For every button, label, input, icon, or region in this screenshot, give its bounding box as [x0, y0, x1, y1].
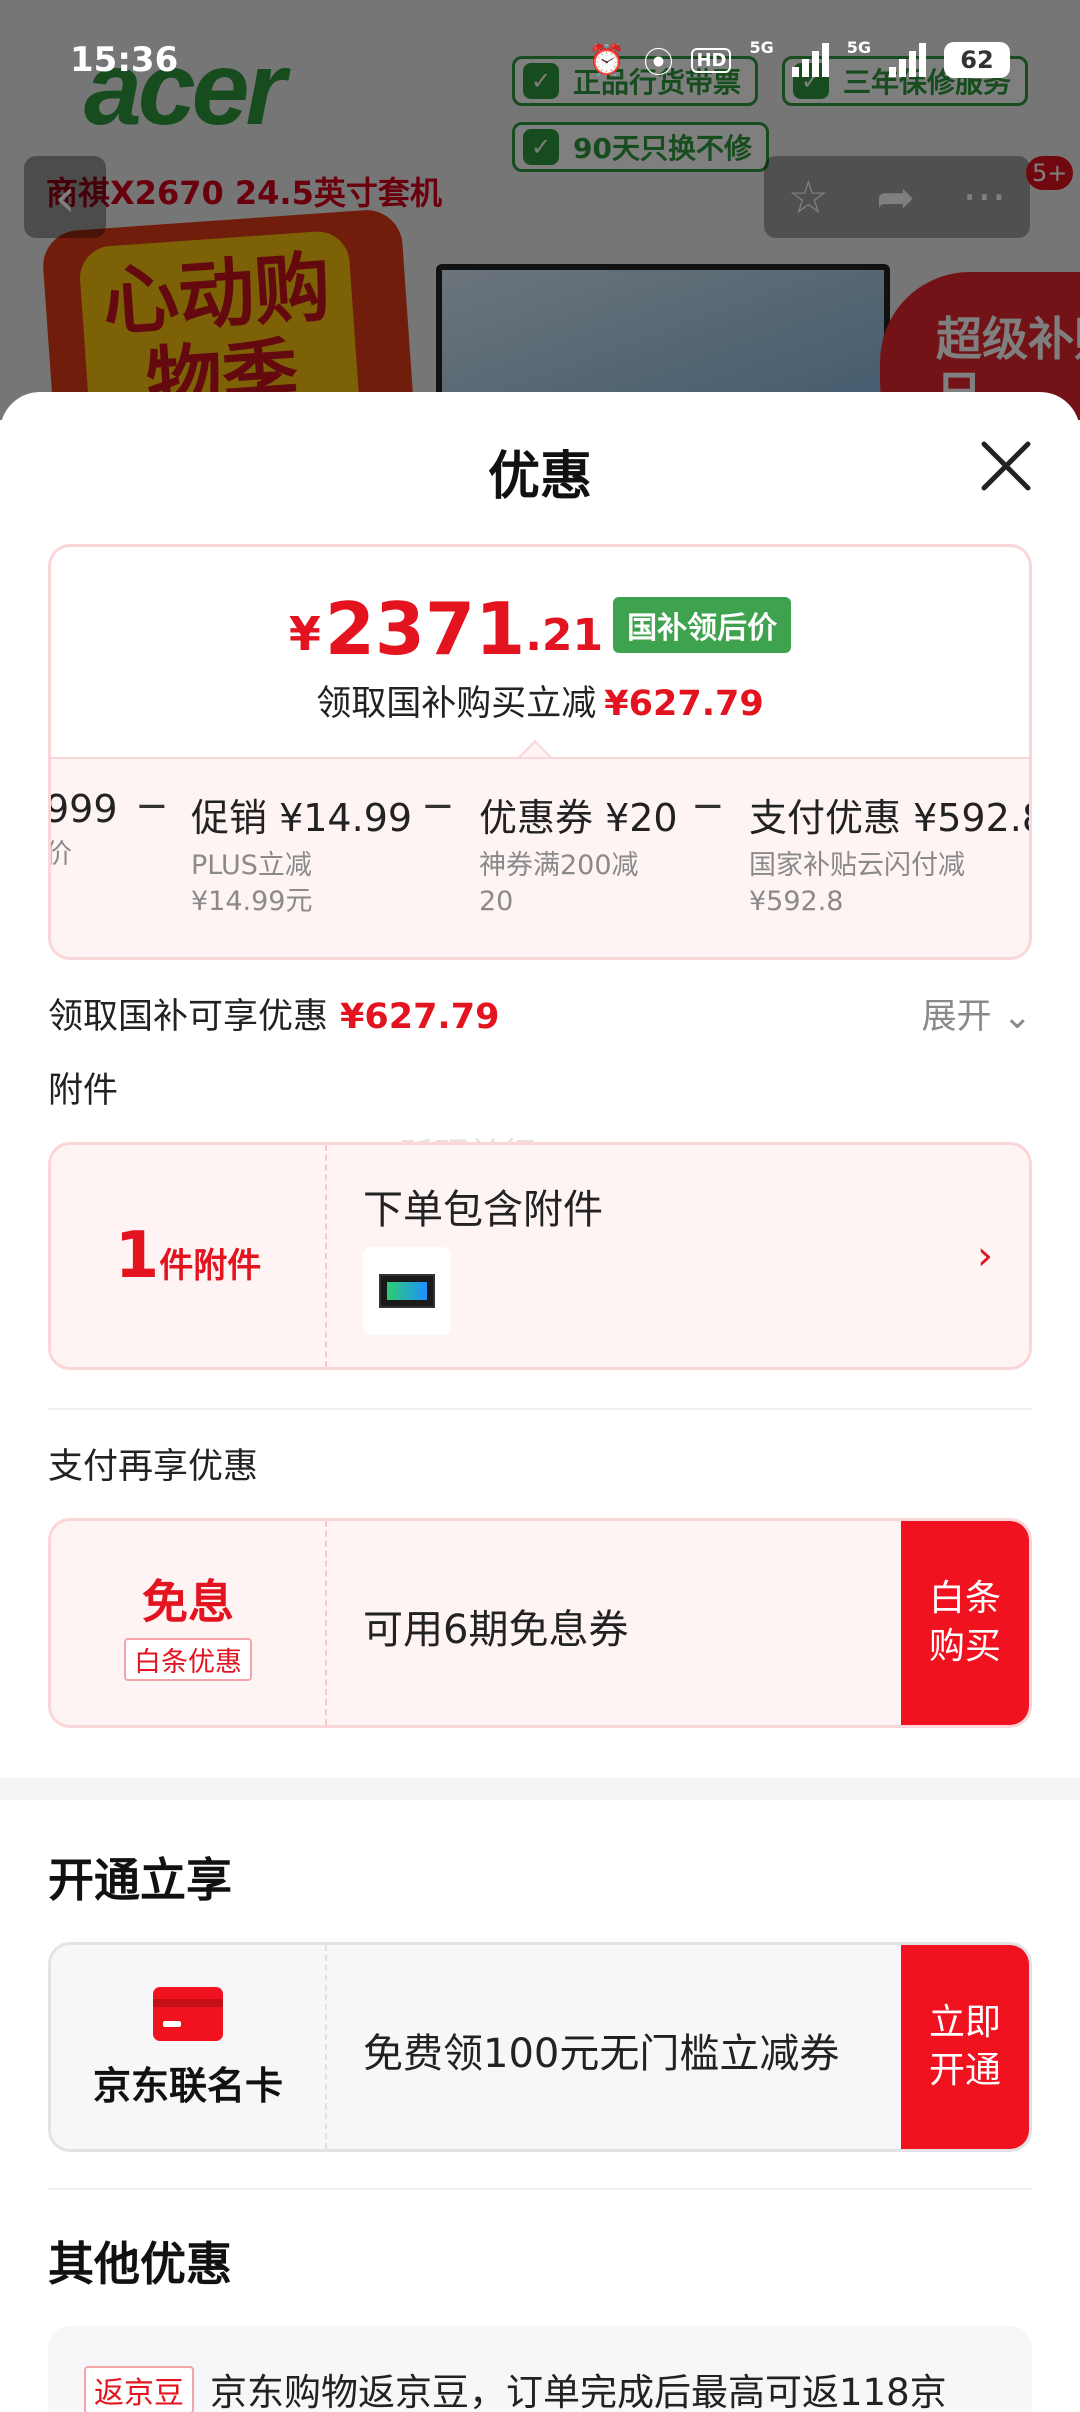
- open-now-button[interactable]: 立即开通: [901, 1945, 1029, 2149]
- sheet-title: 优惠: [487, 447, 592, 507]
- battery-icon: 62: [944, 42, 1010, 78]
- installment-text: 可用6期免息券: [363, 1607, 629, 1653]
- breakdown-item: 促销 ¥14.99 PLUS立减 ¥14.99元: [191, 796, 413, 917]
- network-type-1: 5G: [749, 38, 774, 57]
- final-price: ¥ 2371 .21 国补领后价: [51, 593, 1029, 665]
- cobrand-card[interactable]: 京东联名卡 免费领100元无门槛立减券 立即开通: [48, 1942, 1032, 2152]
- accessories-label: 附件: [48, 1071, 119, 1111]
- coupon-text: 免费领100元无门槛立减券: [363, 2031, 840, 2077]
- breakdown-item: 支付优惠 ¥592.8 国家补贴云闪付减 ¥592.8: [749, 796, 1032, 917]
- minus-sign: −: [691, 783, 725, 829]
- minus-sign: −: [135, 783, 169, 829]
- accessory-card[interactable]: 1件附件 下单包含附件 ›: [48, 1142, 1032, 1370]
- signal-icon: [791, 43, 829, 77]
- accessory-count: 1件附件: [114, 1219, 262, 1293]
- section-divider: [0, 1778, 1080, 1800]
- other-section-title: 其他优惠: [48, 2237, 232, 2291]
- price-breakdown[interactable]: 999 价 − 促销 ¥14.99 PLUS立减 ¥14.99元 − 优惠券 ¥…: [48, 757, 1032, 957]
- location-icon: ⦿: [643, 46, 674, 81]
- chevron-down-icon: ⌄: [1002, 997, 1032, 1037]
- price-card: ¥ 2371 .21 国补领后价 领取国补购买立减¥627.79 999 价 −…: [48, 544, 1032, 960]
- card-name: 京东联名卡: [92, 2063, 283, 2108]
- jingdou-tag: 返京豆: [84, 2366, 194, 2412]
- baitiao-tag: 白条优惠: [124, 1637, 252, 1681]
- jingdou-text: 京东购物返京豆，订单完成后最高可返118京: [210, 2371, 947, 2412]
- expand-button[interactable]: 展开 ⌄: [922, 988, 1032, 1039]
- divider: [48, 2188, 1032, 2190]
- divider: [48, 1408, 1032, 1410]
- price-subtitle: 领取国补购买立减 ¥627.79: [316, 684, 764, 724]
- hd-icon: HD: [691, 47, 732, 73]
- interest-free-title: 免息: [142, 1574, 234, 1629]
- accessory-title: 下单包含附件: [363, 1187, 603, 1233]
- monitor-thumbnail: [363, 1247, 451, 1335]
- open-section-title: 开通立享: [48, 1853, 232, 1907]
- status-bar: 15:36 ⏰ ⦿ HD 5G 5G 62: [0, 0, 1080, 120]
- close-icon[interactable]: [974, 434, 1038, 498]
- baitiao-buy-button[interactable]: 白条购买: [901, 1521, 1029, 1725]
- subsidy-price-tag: 国补领后价: [613, 597, 792, 653]
- discount-sheet: 优惠 ¥ 2371 .21 国补领后价 领取国补购买立减 ¥627.79 999 …: [0, 392, 1080, 2412]
- credit-card-icon: [153, 1986, 223, 2041]
- network-type-2: 5G: [846, 38, 871, 57]
- jingdou-card[interactable]: 返京豆 京东购物返京豆，订单完成后最高可返118京: [48, 2326, 1032, 2412]
- breakdown-item: 999 价: [48, 787, 118, 870]
- alarm-icon: ⏰: [588, 42, 626, 78]
- signal-icon: [889, 43, 926, 77]
- minus-sign: −: [421, 783, 455, 829]
- installment-card[interactable]: 免息 白条优惠 可用6期免息券 白条购买: [48, 1518, 1032, 1728]
- chevron-right-icon: ›: [977, 1233, 993, 1279]
- pay-section-label: 支付再享优惠: [48, 1447, 259, 1487]
- status-time: 15:36: [70, 40, 179, 80]
- discount-summary: 领取国补可享优惠 ¥627.79 展开 ⌄: [48, 988, 1032, 1039]
- breakdown-item: 优惠券 ¥20 神券满200减 20: [479, 796, 678, 917]
